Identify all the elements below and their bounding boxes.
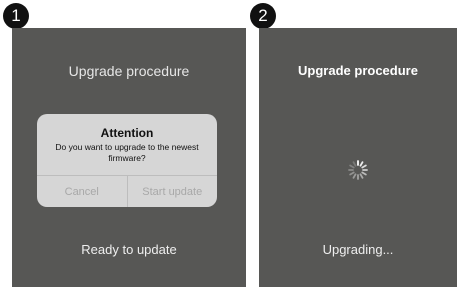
step-1-badge: 1 (3, 3, 29, 29)
screen-title: Upgrade procedure (68, 63, 190, 79)
attention-dialog: Attention Do you want to upgrade to the … (37, 114, 217, 207)
loading-spinner-icon (348, 160, 368, 180)
dialog-title: Attention (100, 126, 154, 140)
step-2-badge: 2 (250, 3, 276, 29)
screen-ready-to-update: Upgrade procedure Attention Do you want … (12, 28, 246, 287)
cancel-button[interactable]: Cancel (37, 176, 127, 207)
start-update-button[interactable]: Start update (126, 176, 218, 207)
dialog-buttons: Cancel Start update (37, 175, 217, 207)
status-text: Upgrading... (322, 242, 394, 257)
dialog-message: Do you want to upgrade to the newest fir… (55, 142, 199, 163)
status-text: Ready to update (81, 242, 177, 257)
screen-title: Upgrade procedure (298, 63, 418, 78)
screen-upgrading: Upgrade procedure Upgrading... (259, 28, 457, 287)
